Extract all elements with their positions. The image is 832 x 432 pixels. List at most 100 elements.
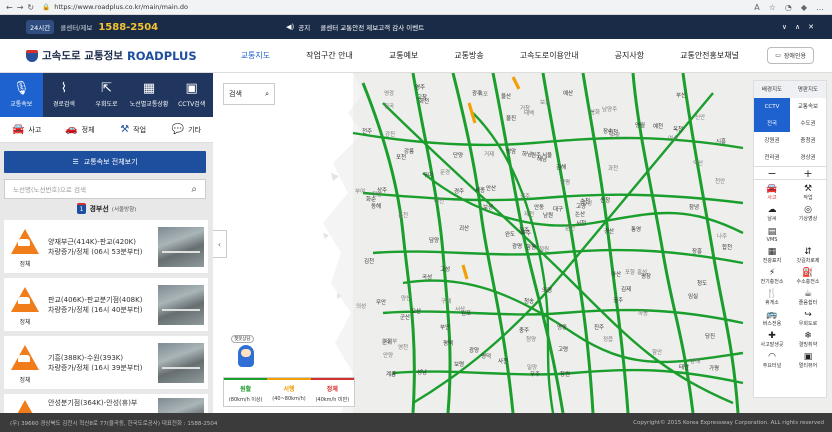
legend-label: 서행 [283,386,295,393]
layer-weather-video[interactable]: ◎ 기상영상 [790,203,826,224]
cctv-thumbnail[interactable] [158,342,204,383]
cctv-thumbnail[interactable] [158,226,204,267]
layer-ev-charger[interactable]: ⚡ 전기충전소 [754,266,790,287]
legend-range: (40km/h 미만) [315,396,350,403]
route-search-field[interactable]: 노선명(노선번호)으로 검색 ⌕ [4,179,206,199]
highway-segment[interactable] [372,248,744,265]
tab-traffic-news[interactable]: 🎙 교통속보 [0,73,43,117]
layer-name-map[interactable]: 명판지도 [790,81,826,98]
notice-down-icon[interactable]: ∨ [782,23,787,31]
copilot-icon[interactable]: ◆ [801,3,807,12]
layer-accident-spot[interactable]: ✚ 사고발생곳 [754,329,790,350]
layer-multiviewer[interactable]: ▣ 멀티뷰어 [790,350,826,371]
zoom-out-button[interactable]: − [754,167,790,180]
layer-shoulder-lane[interactable]: ⇵ 갓길차로제 [790,245,826,266]
tab-route-search[interactable]: ⌇ 경로검색 [43,73,86,117]
layer-cctv[interactable]: CCTV [754,98,790,115]
zoom-in-button[interactable]: + [790,167,826,180]
region-gyeongsang[interactable]: 경상권 [790,149,826,166]
traffic-map[interactable]: 철원 포천 파주 의정부 고양 김포 남양주 서울 인천 춘천 화천 가평 홍천 시흥 광명 과천 성남 하남 양평… [213,73,832,413]
layer-traffic-news[interactable]: 교통속보 [790,98,826,115]
menu-safety-channel[interactable]: 교통안전홍보채널 [662,50,757,61]
extension-icon[interactable]: ◔ [785,3,792,12]
filter-work[interactable]: ⚒ 작업 [107,124,160,135]
incident-text: 안성분기점(364K)-안성(휴)부 [40,398,158,408]
filter-accident[interactable]: 🚘 사고 [0,124,53,135]
region-jeolla[interactable]: 전라권 [754,149,790,166]
back-icon[interactable]: ← [6,3,13,12]
layer-accident[interactable]: 🚘 사고 [754,182,790,203]
layer-bus-lane[interactable]: 🚌 버스전용 [754,308,790,329]
layer-label: 날씨 [767,216,777,222]
layer-detour[interactable]: ↪ 우회도로 [790,308,826,329]
menu-broadcast[interactable]: 교통방송 [436,50,501,61]
filter-congestion[interactable]: 🚗 정체 [53,124,106,135]
layer-vms[interactable]: ▤ VMS [754,224,790,245]
layer-work[interactable]: ⚒ 작업 [790,182,826,203]
slow-segment[interactable] [511,76,521,90]
list-item[interactable]: 정체 판교(406K)-판교분기점(408K) 차량증가/정체 (16시 40분부… [4,278,208,331]
notice-text[interactable]: 콜센터 교통안전 제보고객 감사 이벤트 [320,22,424,32]
list-item[interactable]: 정체 양재부근(414K)-판교(420K) 차량증가/정체 (06시 53분부터… [4,220,208,273]
view-all-button[interactable]: ☰ 교통속보 전체보기 [4,151,206,173]
city-label: 당진 [705,334,716,340]
list-item[interactable]: 정체 기흥(388K)-수원(393K) 차량증가/정체 (16시 39분부터) [4,336,208,389]
more-icon[interactable]: … [816,3,824,12]
address-bar[interactable]: 🔒 https://www.roadplus.co.kr/main/main.d… [42,3,188,11]
menu-usage-guide[interactable]: 고속도로이용안내 [502,50,597,61]
highway-segment[interactable] [541,73,595,413]
tab-detour[interactable]: ⇱ 우회도로 [85,73,128,117]
disabled-access-button[interactable]: ▭ 장애인용 [767,47,814,64]
city-label: 하동 [638,311,649,317]
list-item[interactable]: 안성분기점(364K)-안성(휴)부 [4,394,208,414]
cctv-thumbnail[interactable] [158,284,204,325]
highway-segment[interactable] [362,191,744,205]
search-icon[interactable]: ⌕ [191,184,197,195]
favorite-icon[interactable]: ☆ [769,3,776,12]
map-layer-panel: 배경지도 명판지도 CCTV 교통속보 전국 수도권 강원권 충청권 전라권 경상권 − … [753,80,827,398]
city-label: 보령 [454,362,465,368]
menu-traffic-map[interactable]: 교통지도 [223,50,288,61]
chatbot-mascot[interactable]: 챗봇상담 [231,335,261,371]
chevron-left-icon: ‹ [217,239,222,249]
menu-forecast[interactable]: 교통예보 [371,50,436,61]
menu-notice[interactable]: 공지사항 [597,50,662,61]
region-chungcheong[interactable]: 충청권 [790,132,826,149]
layer-rest-area[interactable]: 🍴 휴게소 [754,287,790,308]
city-label: 청송 [524,299,535,305]
region-capital[interactable]: 수도권 [790,115,826,132]
sidebar-collapse-button[interactable]: ‹ [213,230,227,258]
highway-segment[interactable] [352,131,744,150]
layer-weather[interactable]: ☁ 날씨 [754,203,790,224]
slow-segment[interactable] [461,264,469,280]
reload-icon[interactable]: ↻ [27,3,34,12]
legend-label: 정체 [326,385,338,393]
layer-sleep-shelter[interactable]: ☕ 졸음쉼터 [790,287,826,308]
city-label: 포항 [625,270,636,276]
read-aloud-icon[interactable]: A [754,3,759,12]
cctv-thumbnail[interactable] [158,398,204,414]
city-label: 홍성 [637,270,648,276]
layer-tunnel[interactable]: ◠ 주요터널 [754,350,790,371]
site-logo[interactable]: 고속도로 교통정보 ROADPLUS [26,48,197,63]
city-label: 평택 [443,341,454,347]
region-all[interactable]: 전국 [754,115,790,132]
tab-cctv-search[interactable]: ▣ CCTV검색 [170,73,213,117]
tab-route-status[interactable]: ▦ 노선별교통상황 [128,73,171,117]
logo-brand: ROADPLUS [126,48,197,63]
region-gangwon[interactable]: 강원권 [754,132,790,149]
city-label: 청주 [519,228,530,234]
menu-work-zone[interactable]: 작업구간 안내 [288,50,371,61]
filter-other[interactable]: 💬 기타 [160,124,213,135]
map-search-button[interactable]: 검색 ⌕ [223,83,275,105]
city-label: 칠곡 [384,104,395,110]
layer-base-map[interactable]: 배경지도 [754,81,790,98]
layer-hydrogen[interactable]: ⛽ 수소충전소 [790,266,826,287]
layer-ice[interactable]: ❄ 결빙취약 [790,329,826,350]
notice-close-icon[interactable]: ✕ [808,23,814,31]
highway-segment[interactable] [382,308,744,325]
layer-sign[interactable]: ▦ 전광표지 [754,245,790,266]
forward-icon[interactable]: → [17,3,24,12]
notice-up-icon[interactable]: ∧ [795,23,800,31]
city-label: 거창 [520,106,531,112]
